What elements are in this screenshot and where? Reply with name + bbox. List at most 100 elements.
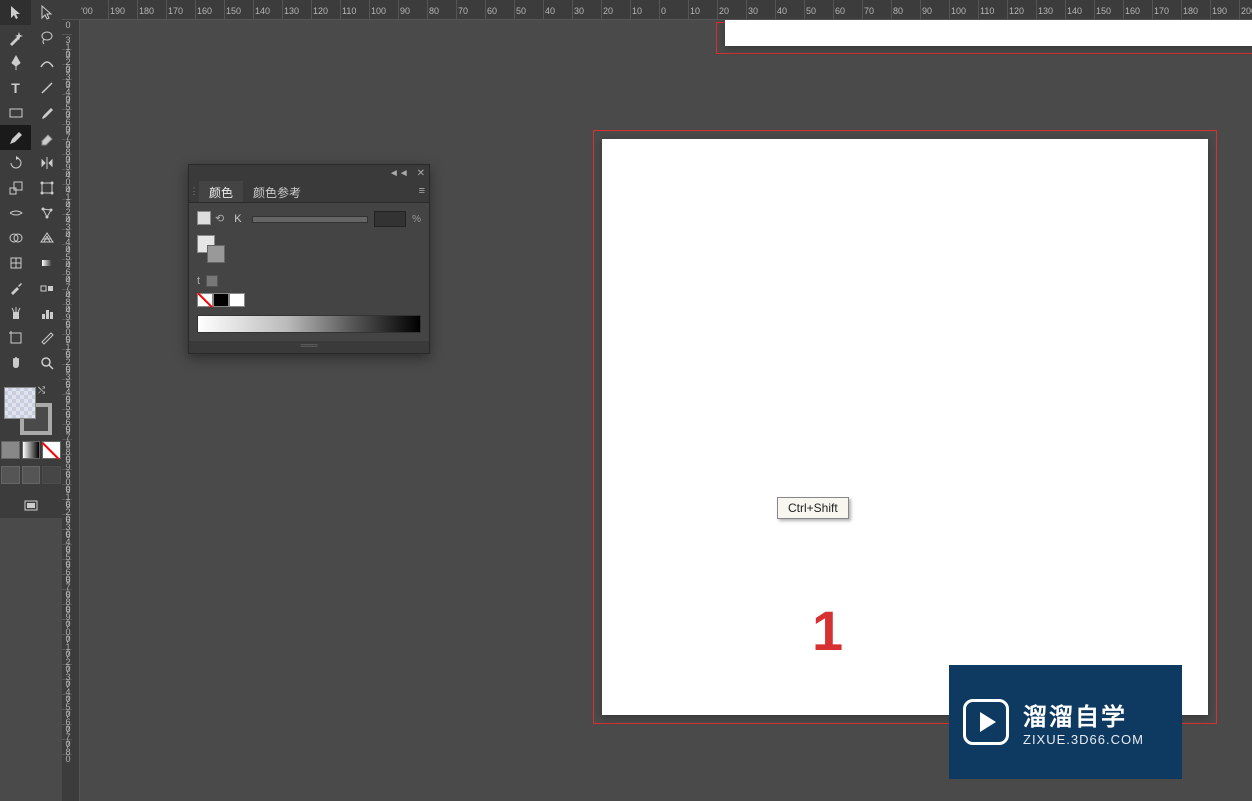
chip-white[interactable]	[229, 293, 245, 307]
ruler-v-tick: 390	[62, 155, 72, 170]
ruler-v-tick: 410	[62, 185, 72, 200]
panel-close-icon[interactable]: ✕	[417, 168, 425, 179]
watermark-title: 溜溜自学	[1023, 697, 1144, 732]
perspective-grid-tool[interactable]	[31, 225, 62, 250]
magic-wand-tool[interactable]	[0, 25, 31, 50]
ruler-v-tick: 680	[62, 590, 72, 605]
paintbrush-tool[interactable]	[31, 100, 62, 125]
ruler-h-tick: 40	[776, 0, 805, 20]
panel-grip-icon[interactable]: ⋮	[189, 181, 199, 202]
ruler-v-tick: 320	[62, 50, 72, 65]
artboard-tool[interactable]	[0, 325, 31, 350]
slice-tool[interactable]	[31, 325, 62, 350]
watermark-banner: 溜溜自学 ZIXUE.3D66.COM	[949, 665, 1182, 779]
k-slider-input[interactable]	[374, 211, 406, 227]
ruler-h-tick: 170	[167, 0, 196, 20]
width-tool[interactable]	[0, 200, 31, 225]
line-tool[interactable]	[31, 75, 62, 100]
rotate-tool[interactable]	[0, 150, 31, 175]
ruler-v-tick: 720	[62, 650, 72, 665]
panel-body: ⟲ K % t	[189, 203, 429, 341]
watermark-play-icon	[963, 699, 1009, 745]
ruler-h-tick: 0	[660, 0, 689, 20]
gradient-tool[interactable]	[31, 250, 62, 275]
k-slider-unit: %	[412, 214, 421, 225]
ruler-v-tick: 460	[62, 260, 72, 275]
type-swatch-icon[interactable]: t	[197, 275, 200, 287]
color-mode-none[interactable]	[42, 441, 61, 459]
ruler-h-tick: '00	[80, 0, 109, 20]
panel-menu-icon[interactable]: ≡	[419, 185, 425, 197]
mini-fill-swatch[interactable]	[197, 211, 211, 225]
grayscale-spectrum[interactable]	[197, 315, 421, 333]
fill-color-swatch[interactable]	[4, 387, 36, 419]
scale-tool[interactable]	[0, 175, 31, 200]
vertical-ruler: 0310320330340350360370380390400410420430…	[62, 20, 80, 801]
puppet-warp-tool[interactable]	[31, 200, 62, 225]
ruler-h-tick: 150	[225, 0, 254, 20]
blend-tool[interactable]	[31, 275, 62, 300]
color-mode-row	[0, 441, 62, 461]
panel-titlebar[interactable]: ◄◄ ✕	[189, 165, 429, 181]
zoom-tool[interactable]	[31, 350, 62, 375]
panel-collapse-icon[interactable]: ◄◄	[389, 168, 409, 179]
ruler-v-tick: 420	[62, 200, 72, 215]
color-panel[interactable]: ◄◄ ✕ ⋮ 颜色 颜色参考 ≡ ⟲ K % t	[188, 164, 430, 354]
pen-tool[interactable]	[0, 50, 31, 75]
ruler-h-tick: 190	[1211, 0, 1240, 20]
selection-tool[interactable]	[0, 0, 31, 25]
artboard-preview-top[interactable]	[716, 22, 1252, 54]
ruler-v-tick: 670	[62, 575, 72, 590]
chip-black[interactable]	[213, 293, 229, 307]
free-transform-tool[interactable]	[31, 175, 62, 200]
column-graph-tool[interactable]	[31, 300, 62, 325]
ruler-h-tick: 190	[109, 0, 138, 20]
lasso-tool[interactable]	[31, 25, 62, 50]
panel-mini-swatches[interactable]: ⟲	[197, 211, 224, 225]
swap-fill-stroke-icon[interactable]: ⤭	[38, 385, 45, 396]
ruler-v-tick: 330	[62, 65, 72, 80]
panel-resize-grip[interactable]: ═══	[189, 341, 429, 353]
ruler-h-tick: 120	[1008, 0, 1037, 20]
screen-mode-button[interactable]	[16, 493, 47, 518]
ruler-v-tick: 450	[62, 245, 72, 260]
ruler-h-tick: 130	[283, 0, 312, 20]
ruler-h-tick: 150	[1095, 0, 1124, 20]
ruler-v-tick: 740	[62, 680, 72, 695]
mini-swap-icon[interactable]: ⟲	[215, 212, 224, 225]
eyedropper-tool[interactable]	[0, 275, 31, 300]
shape-builder-tool[interactable]	[0, 225, 31, 250]
draw-normal[interactable]	[1, 466, 20, 484]
mesh-tool[interactable]	[0, 250, 31, 275]
draw-inside[interactable]	[42, 466, 61, 484]
panel-fg-bg-swatches[interactable]	[197, 235, 227, 263]
panel-preset-chips	[197, 293, 421, 307]
ruler-h-tick: 140	[254, 0, 283, 20]
tab-color-guide[interactable]: 颜色参考	[243, 181, 311, 202]
artboard-selected[interactable]: 1	[593, 130, 1217, 724]
ruler-h-tick: 40	[544, 0, 573, 20]
chip-none[interactable]	[197, 293, 213, 307]
ruler-v-tick: 610	[62, 485, 72, 500]
fill-stroke-swatches[interactable]: ⤭	[0, 383, 62, 439]
ruler-h-tick: 170	[1153, 0, 1182, 20]
ruler-h-tick: 70	[457, 0, 486, 20]
pencil-tool[interactable]	[0, 125, 31, 150]
ruler-v-tick: 750	[62, 695, 72, 710]
curvature-tool[interactable]	[31, 50, 62, 75]
symbol-sprayer-tool[interactable]	[0, 300, 31, 325]
color-mode-gradient[interactable]	[22, 441, 41, 459]
reflect-tool[interactable]	[31, 150, 62, 175]
draw-behind[interactable]	[22, 466, 41, 484]
ruler-h-tick: 110	[979, 0, 1008, 20]
panel-bg-swatch[interactable]	[207, 245, 225, 263]
color-mode-solid[interactable]	[1, 441, 20, 459]
type-tool[interactable]: T	[0, 75, 31, 100]
direct-selection-tool[interactable]	[31, 0, 62, 25]
hand-tool[interactable]	[0, 350, 31, 375]
rectangle-tool[interactable]	[0, 100, 31, 125]
extra-swatch[interactable]	[206, 275, 218, 287]
tab-color[interactable]: 颜色	[199, 181, 243, 202]
k-slider-track[interactable]	[252, 216, 368, 223]
eraser-tool[interactable]	[31, 125, 62, 150]
